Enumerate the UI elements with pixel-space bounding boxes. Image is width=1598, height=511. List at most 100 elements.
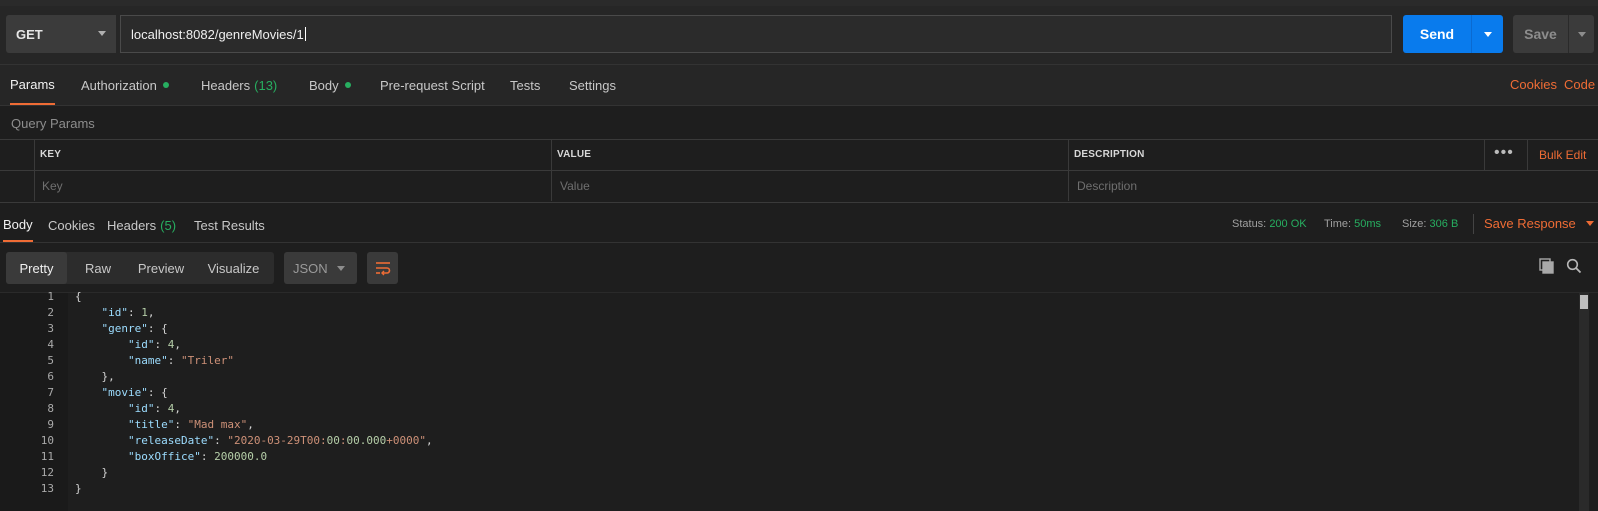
description-input[interactable]: Description — [1077, 179, 1137, 193]
tab-label: Settings — [569, 77, 616, 93]
save-button[interactable]: Save — [1513, 15, 1594, 53]
code-line: } — [75, 466, 109, 479]
query-params-title: Query Params — [11, 116, 95, 131]
request-tabs: Params Authorization Headers (13) Body Pr… — [0, 65, 1598, 106]
line-number: 10 — [40, 434, 54, 447]
code-line: "genre": { — [101, 322, 168, 335]
column-header-value: VALUE — [557, 149, 592, 160]
view-pretty[interactable]: Pretty — [6, 252, 67, 284]
cookies-link[interactable]: Cookies — [1510, 77, 1557, 92]
tab-response-headers[interactable]: Headers (5) — [107, 208, 176, 242]
view-raw[interactable]: Raw — [67, 252, 129, 284]
scrollbar-thumb[interactable] — [1580, 295, 1588, 309]
view-visualize[interactable]: Visualize — [193, 252, 274, 284]
vertical-scrollbar[interactable] — [1579, 293, 1589, 511]
value-input[interactable]: Value — [560, 179, 590, 193]
chevron-down-icon — [1483, 31, 1492, 37]
code-line: "boxOffice": 200000.0 — [127, 450, 268, 463]
time-label: Time: — [1324, 218, 1352, 230]
query-params-table: KEY VALUE DESCRIPTION ••• Bulk Edit Key … — [0, 139, 1598, 203]
status-value: 200 OK — [1269, 218, 1307, 230]
column-header-key: KEY — [40, 149, 62, 160]
tab-headers[interactable]: Headers (13) — [201, 65, 277, 105]
send-button[interactable]: Send — [1403, 15, 1503, 53]
view-preview[interactable]: Preview — [129, 252, 193, 284]
size-value: 306 B — [1429, 218, 1459, 230]
search-icon[interactable] — [1566, 258, 1582, 277]
line-number: 6 — [47, 370, 54, 383]
line-number: 2 — [47, 306, 54, 319]
code-line: "releaseDate": "2020-03-29T00:00:00.000+… — [127, 434, 433, 447]
line-number: 4 — [47, 338, 54, 351]
line-number: 3 — [47, 322, 54, 335]
tab-label: Params — [10, 76, 55, 92]
line-number: 13 — [40, 482, 54, 495]
chevron-down-icon — [98, 31, 106, 36]
table-row: Key Value Description — [0, 171, 1598, 201]
code-line: } — [75, 482, 82, 495]
send-options-button[interactable] — [1472, 15, 1503, 53]
line-number: 11 — [40, 450, 54, 463]
send-label: Send — [1419, 26, 1455, 42]
wrap-lines-button[interactable] — [367, 252, 398, 284]
tab-label: Authorization — [81, 77, 157, 93]
tab-label: Pre-request Script — [380, 77, 485, 93]
tab-response-body[interactable]: Body — [3, 208, 33, 242]
code-line: "id": 4, — [127, 402, 181, 415]
chevron-down-icon — [1585, 221, 1594, 226]
chevron-down-icon — [337, 266, 345, 271]
line-number: 7 — [47, 386, 54, 399]
text-cursor — [304, 27, 306, 41]
column-divider — [34, 140, 35, 201]
more-options-icon[interactable]: ••• — [1494, 144, 1514, 162]
status-label: Status: — [1232, 218, 1267, 230]
tab-label: Test Results — [194, 217, 265, 233]
tab-response-cookies[interactable]: Cookies — [48, 208, 95, 242]
chevron-down-icon — [1577, 31, 1586, 37]
tab-test-results[interactable]: Test Results — [194, 208, 265, 242]
tab-params[interactable]: Params — [10, 65, 55, 105]
tab-body[interactable]: Body — [309, 65, 351, 105]
code-line: "movie": { — [101, 386, 168, 399]
tab-label: Tests — [510, 77, 541, 93]
copy-icon[interactable] — [1539, 258, 1555, 277]
line-number: 9 — [47, 418, 54, 431]
view-label: Pretty — [19, 260, 54, 276]
time-meta: Time: 50ms — [1324, 218, 1381, 230]
tab-label: Headers — [107, 217, 157, 233]
tab-label: Body — [3, 216, 33, 232]
tab-label: Cookies — [48, 217, 95, 233]
status-dot — [344, 82, 351, 88]
tab-pre-request-script[interactable]: Pre-request Script — [380, 65, 485, 105]
format-label: JSON — [293, 260, 328, 276]
status-meta: Status: 200 OK — [1232, 218, 1307, 230]
tab-tests[interactable]: Tests — [510, 65, 540, 105]
column-header-description: DESCRIPTION — [1074, 149, 1145, 160]
line-number: 5 — [47, 354, 54, 367]
save-options-button[interactable] — [1569, 31, 1594, 37]
response-body-editor[interactable]: 1 2 3 4 5 6 7 8 9 10 11 12 13 { "id": 1,… — [0, 290, 1598, 511]
column-divider — [1484, 140, 1485, 170]
code-link[interactable]: Code — [1564, 77, 1595, 92]
code-line: }, — [75, 370, 115, 383]
save-response-button[interactable]: Save Response — [1484, 216, 1594, 231]
view-label: Raw — [84, 260, 111, 276]
method-select[interactable]: GET — [6, 15, 116, 53]
divider — [1473, 214, 1474, 234]
response-tabs: Body Cookies Headers (5) Test Results Sta… — [0, 208, 1598, 243]
tab-label: Headers — [201, 77, 251, 93]
line-number: 1 — [47, 290, 54, 303]
tab-count: (5) — [160, 217, 177, 233]
code-line: "name": "Triler" — [127, 354, 234, 367]
line-number: 8 — [47, 402, 54, 415]
column-divider — [1068, 140, 1069, 201]
url-input[interactable]: localhost:8082/genreMovies/1 — [120, 15, 1392, 53]
format-select[interactable]: JSON — [284, 252, 357, 284]
save-label: Save — [1524, 26, 1557, 42]
code-line: "id": 1, — [101, 306, 155, 319]
tab-authorization[interactable]: Authorization — [81, 65, 169, 105]
status-dot — [162, 82, 169, 88]
tab-settings[interactable]: Settings — [569, 65, 616, 105]
key-input[interactable]: Key — [42, 179, 63, 193]
bulk-edit-link[interactable]: Bulk Edit — [1539, 148, 1586, 162]
